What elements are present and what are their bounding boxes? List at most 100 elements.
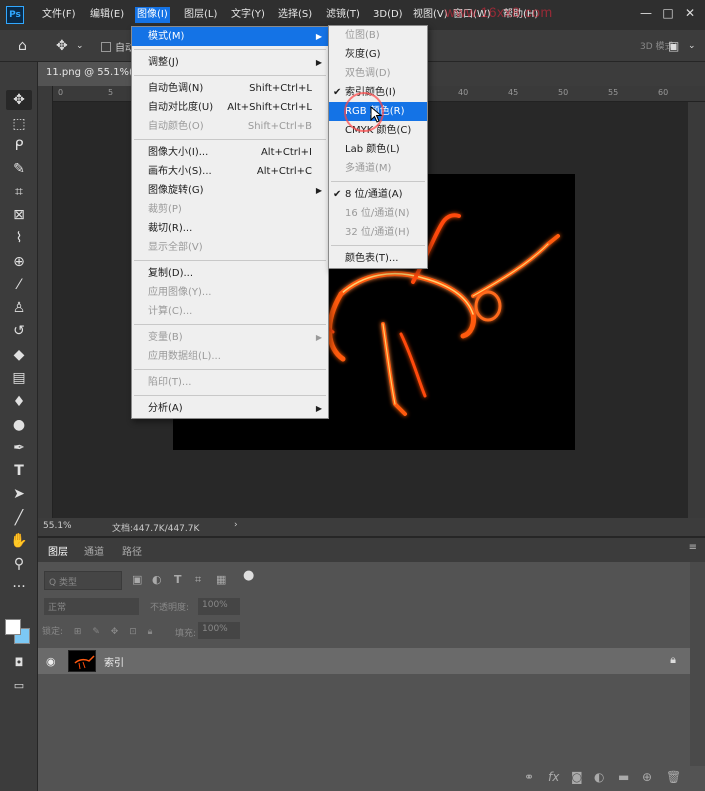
new-layer-icon[interactable]: ⊕ (642, 770, 652, 784)
marquee-tool-icon[interactable]: ⬚ (6, 114, 32, 134)
image-menu-item[interactable]: 自动对比度(U) Alt+Shift+Ctrl+L (132, 98, 328, 117)
clone-stamp-icon[interactable]: ♙ (6, 298, 32, 318)
lock-all-icon[interactable]: 🔒︎ (148, 627, 153, 637)
foreground-color-swatch[interactable] (5, 619, 21, 635)
tab-paths[interactable]: 路径 (122, 543, 142, 558)
chevron-down-icon[interactable]: ⌄ (688, 41, 696, 51)
pen-tool-icon[interactable]: ✒ (6, 438, 32, 458)
shape-filter-icon[interactable]: ⌗ (195, 573, 201, 587)
minimize-icon[interactable]: — (635, 6, 657, 20)
lock-artboard-icon[interactable]: ⊡ (129, 627, 137, 637)
type-tool-icon[interactable]: T (6, 461, 32, 481)
opacity-field[interactable]: 100% (198, 598, 240, 615)
mode-menu-item[interactable]: ✔ 8 位/通道(A) (329, 185, 427, 204)
layer-row[interactable]: ◉ 索引 🔒︎ (38, 648, 690, 674)
lock-position-icon[interactable]: ✥ (111, 627, 119, 637)
vertical-scrollbar[interactable] (688, 102, 705, 518)
adjustment-filter-icon[interactable]: ◐ (152, 573, 162, 586)
hand-tool-icon[interactable]: ✋ (6, 531, 32, 551)
history-brush-icon[interactable]: ↺ (6, 321, 32, 341)
add-mask-icon[interactable]: ◙ (571, 770, 583, 784)
maximize-icon[interactable]: □ (657, 6, 679, 20)
tools-panel: ✥ ⬚ ᑭ ✎ ⌗ ⊠ ⌇ ⊕ ⁄ ♙ ↺ ◆ ▤ ♦ ● ✒ T ➤ ╱ ✋ … (0, 62, 38, 791)
menu-6[interactable]: 滤镜(T) (324, 7, 362, 23)
menu-separator (134, 395, 326, 396)
panel-menu-icon[interactable]: ≡ (689, 542, 697, 553)
image-menu-item[interactable]: 图像旋转(G) ▶ (132, 181, 328, 200)
dodge-tool-icon[interactable]: ● (6, 415, 32, 435)
blend-mode-select[interactable]: 正常 (44, 598, 139, 615)
menu-0[interactable]: 文件(F) (40, 7, 78, 23)
filter-toggle-icon[interactable]: ● (243, 568, 254, 583)
document-tab[interactable]: 11.png @ 55.1%( (38, 62, 138, 86)
fill-field[interactable]: 100% (198, 622, 240, 639)
auto-select-checkbox[interactable]: 自动 (101, 39, 135, 54)
menu-7[interactable]: 3D(D) (371, 7, 405, 23)
panel-scrollbar[interactable] (690, 562, 705, 766)
lock-image-icon[interactable]: ✎ (92, 627, 100, 637)
gradient-tool-icon[interactable]: ▤ (6, 368, 32, 388)
zoom-tool-icon[interactable]: ⚲ (6, 554, 32, 574)
link-layers-icon[interactable]: ⚭ (524, 770, 534, 784)
image-menu-item[interactable]: 裁切(R)... (132, 219, 328, 238)
image-menu-item[interactable]: 分析(A) ▶ (132, 399, 328, 418)
screen-mode-icon[interactable]: ▭ (6, 676, 32, 696)
image-menu-item[interactable]: 复制(D)... (132, 264, 328, 283)
layer-name[interactable]: 索引 (104, 654, 124, 669)
filter-kind-select[interactable]: Q 类型 (44, 571, 122, 590)
workspace-icon[interactable]: ▣ (668, 39, 679, 53)
quick-mask-icon[interactable]: ◘ (6, 653, 32, 673)
fx-icon[interactable]: fx (548, 770, 559, 784)
eraser-icon[interactable]: ◆ (6, 345, 32, 365)
quick-select-icon[interactable]: ✎ (6, 159, 32, 179)
image-menu-item[interactable]: 画布大小(S)... Alt+Ctrl+C (132, 162, 328, 181)
menu-3[interactable]: 图层(L) (182, 7, 219, 23)
close-icon[interactable]: ✕ (679, 6, 701, 20)
image-menu-item: 应用数据组(L)... (132, 347, 328, 366)
pixel-filter-icon[interactable]: ▣ (132, 573, 142, 586)
lasso-tool-icon[interactable]: ᑭ (6, 136, 32, 156)
menu-4[interactable]: 文字(Y) (229, 7, 267, 23)
blur-tool-icon[interactable]: ♦ (6, 392, 32, 412)
tab-layers[interactable]: 图层 (48, 543, 68, 558)
zoom-level[interactable]: 55.1% (43, 521, 72, 531)
menu-5[interactable]: 选择(S) (276, 7, 314, 23)
submenu-arrow-icon: ▶ (315, 404, 322, 413)
menu-1[interactable]: 编辑(E) (88, 7, 126, 23)
image-menu-item[interactable]: 图像大小(I)... Alt+Ctrl+I (132, 143, 328, 162)
more-tools-icon[interactable]: ··· (6, 577, 32, 597)
chevron-down-icon[interactable]: ⌄ (76, 41, 84, 51)
image-menu-item[interactable]: 模式(M) ▶ (132, 27, 328, 46)
adjustment-layer-icon[interactable]: ◐ (594, 770, 604, 784)
eyedropper-icon[interactable]: ⌇ (6, 228, 32, 248)
move-tool-icon[interactable]: ✥ (6, 90, 32, 110)
tab-channels[interactable]: 通道 (84, 543, 104, 558)
brush-tool-icon[interactable]: ⁄ (6, 275, 32, 295)
menu-8[interactable]: 视图(V) (411, 7, 450, 23)
smart-object-filter-icon[interactable]: ▦ (216, 573, 226, 586)
visibility-eye-icon[interactable]: ◉ (46, 655, 56, 668)
menu-item-label: 裁剪(P) (148, 204, 182, 215)
image-menu-item[interactable]: 调整(J) ▶ (132, 53, 328, 72)
menu-shortcut: Alt+Shift+Ctrl+L (227, 102, 312, 113)
mode-menu-item[interactable]: Lab 颜色(L) (329, 140, 427, 159)
healing-brush-icon[interactable]: ⊕ (6, 252, 32, 272)
path-select-icon[interactable]: ➤ (6, 484, 32, 504)
mode-menu-item[interactable]: 颜色表(T)... (329, 249, 427, 268)
chevron-right-icon[interactable]: › (234, 520, 238, 530)
menu-separator (134, 139, 326, 140)
home-icon[interactable]: ⌂ (18, 38, 27, 54)
menu-separator (134, 260, 326, 261)
type-filter-icon[interactable]: T (174, 573, 182, 586)
image-menu-item[interactable]: 自动色调(N) Shift+Ctrl+L (132, 79, 328, 98)
move-tool-icon[interactable]: ✥ (56, 38, 68, 54)
lock-transparent-icon[interactable]: ⊞ (74, 627, 82, 637)
menu-item-label: 应用数据组(L)... (148, 351, 221, 362)
frame-tool-icon[interactable]: ⊠ (6, 205, 32, 225)
new-group-icon[interactable]: ▬ (618, 770, 629, 784)
delete-layer-icon[interactable]: 🗑︎ (666, 770, 681, 784)
crop-tool-icon[interactable]: ⌗ (6, 182, 32, 202)
mode-menu-item[interactable]: 灰度(G) (329, 45, 427, 64)
line-tool-icon[interactable]: ╱ (6, 508, 32, 528)
menu-2[interactable]: 图像(I) (135, 7, 170, 23)
